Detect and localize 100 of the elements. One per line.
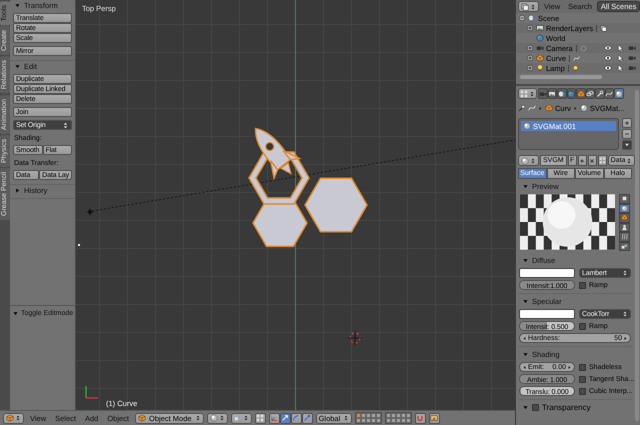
context-tab[interactable] bbox=[614, 88, 624, 99]
layer-button[interactable] bbox=[390, 413, 396, 418]
editor-type-button[interactable] bbox=[518, 1, 539, 12]
manipulator-toggle[interactable] bbox=[280, 412, 291, 424]
camera-icon[interactable] bbox=[628, 44, 636, 52]
context-tab[interactable] bbox=[595, 88, 604, 99]
context-tab[interactable] bbox=[557, 88, 566, 99]
checkbox[interactable] bbox=[579, 322, 586, 330]
layer-button[interactable] bbox=[370, 418, 376, 423]
editor-type-button[interactable] bbox=[518, 88, 537, 99]
render-button[interactable] bbox=[428, 412, 440, 424]
layer-button[interactable] bbox=[360, 418, 366, 423]
expand-toggle-icon[interactable] bbox=[526, 54, 534, 62]
triangle-down-icon[interactable] bbox=[522, 404, 529, 411]
context-tab[interactable] bbox=[548, 88, 557, 99]
hexagon-logo-drawing[interactable] bbox=[248, 128, 368, 248]
preview-type-button[interactable] bbox=[619, 232, 630, 242]
horizontal-scrollbar[interactable] bbox=[520, 75, 602, 79]
pin-icon[interactable] bbox=[518, 104, 526, 112]
checkbox[interactable] bbox=[579, 364, 586, 370]
layer-button[interactable] bbox=[366, 418, 371, 423]
new-material-button[interactable] bbox=[578, 155, 587, 166]
slot-menu-button[interactable] bbox=[622, 140, 632, 150]
layer-button[interactable] bbox=[406, 413, 411, 418]
layers-icon bbox=[521, 2, 529, 10]
camera-icon[interactable] bbox=[628, 54, 636, 62]
manipulator-toggle[interactable] bbox=[268, 412, 280, 424]
pointer-icon[interactable] bbox=[616, 44, 624, 52]
sphere-icon bbox=[521, 156, 529, 164]
preview-type-button[interactable] bbox=[619, 194, 630, 204]
figure-icon bbox=[621, 224, 628, 231]
layers-icon bbox=[600, 24, 608, 32]
context-tab[interactable] bbox=[566, 88, 576, 99]
caret-right-icon bbox=[623, 336, 628, 340]
caret-right-icon bbox=[567, 364, 572, 370]
layer-button[interactable] bbox=[376, 418, 381, 423]
layer-button[interactable] bbox=[366, 413, 371, 418]
layer-button[interactable] bbox=[356, 413, 361, 418]
unlink-button[interactable] bbox=[588, 155, 597, 166]
color-field[interactable] bbox=[519, 309, 575, 319]
checkbox[interactable] bbox=[579, 282, 586, 288]
bulb-icon bbox=[572, 64, 579, 72]
cursor-crosshair-icon[interactable] bbox=[348, 330, 362, 346]
checkbox[interactable] bbox=[579, 376, 586, 382]
shapes-icon bbox=[234, 414, 242, 422]
layer-button[interactable] bbox=[396, 418, 401, 423]
context-tab[interactable] bbox=[576, 88, 586, 99]
camera-icon[interactable] bbox=[628, 64, 636, 72]
curve-icon bbox=[528, 104, 536, 112]
context-tab[interactable] bbox=[604, 88, 614, 99]
cube-icon bbox=[536, 54, 544, 62]
checkbox[interactable] bbox=[532, 404, 539, 411]
snap-toggle[interactable] bbox=[414, 412, 426, 424]
editor-type-button[interactable] bbox=[3, 412, 24, 424]
manipulator-toggle[interactable] bbox=[290, 412, 302, 424]
checkbox[interactable] bbox=[579, 388, 586, 394]
triangle-right-icon bbox=[14, 187, 21, 194]
expand-toggle-icon[interactable] bbox=[526, 24, 534, 32]
eye-icon[interactable] bbox=[604, 64, 612, 72]
triangle-down-icon bbox=[522, 351, 529, 358]
bulb-icon bbox=[536, 64, 544, 72]
grid-icon bbox=[598, 157, 606, 164]
layer-button[interactable] bbox=[370, 413, 376, 418]
layer-button[interactable] bbox=[396, 413, 401, 418]
image-icon bbox=[536, 24, 544, 32]
sphere-icon bbox=[523, 122, 531, 130]
triangle-down-icon bbox=[522, 183, 529, 190]
layer-button[interactable] bbox=[360, 413, 366, 418]
context-tab[interactable] bbox=[586, 88, 595, 99]
preview-type-button[interactable] bbox=[619, 213, 630, 222]
pointer-icon[interactable] bbox=[616, 54, 624, 62]
triangle-down-icon bbox=[522, 257, 529, 264]
eye-icon[interactable] bbox=[604, 54, 612, 62]
triangle-down-icon bbox=[14, 2, 21, 9]
layer-button[interactable] bbox=[400, 418, 406, 423]
layer-button[interactable] bbox=[400, 413, 406, 418]
minus-icon bbox=[624, 131, 630, 137]
manipulator-toggle[interactable] bbox=[302, 412, 313, 424]
globe-icon bbox=[536, 34, 544, 42]
layer-button[interactable] bbox=[406, 418, 411, 423]
layer-button[interactable] bbox=[390, 418, 396, 423]
nodes-button[interactable] bbox=[598, 155, 607, 166]
cube-icon bbox=[621, 214, 628, 222]
pivot-dropdown[interactable] bbox=[230, 412, 252, 424]
layer-button[interactable] bbox=[376, 413, 381, 418]
layer-button[interactable] bbox=[386, 413, 391, 418]
pointer-icon[interactable] bbox=[616, 64, 624, 72]
layer-button[interactable] bbox=[386, 418, 391, 423]
browse-material-dropdown[interactable] bbox=[518, 155, 539, 166]
expand-toggle-icon[interactable] bbox=[526, 64, 534, 72]
shading-dropdown[interactable] bbox=[206, 412, 228, 424]
add-slot-button[interactable] bbox=[622, 118, 632, 128]
collapse-toggle-icon[interactable] bbox=[518, 14, 526, 22]
lamp-marker[interactable] bbox=[86, 208, 94, 216]
expand-toggle-icon[interactable] bbox=[526, 44, 534, 52]
color-field[interactable] bbox=[519, 268, 575, 278]
layer-button[interactable] bbox=[356, 418, 361, 423]
eye-icon[interactable] bbox=[604, 44, 612, 52]
remove-slot-button[interactable] bbox=[622, 129, 632, 139]
selection-toggle[interactable] bbox=[254, 412, 266, 424]
